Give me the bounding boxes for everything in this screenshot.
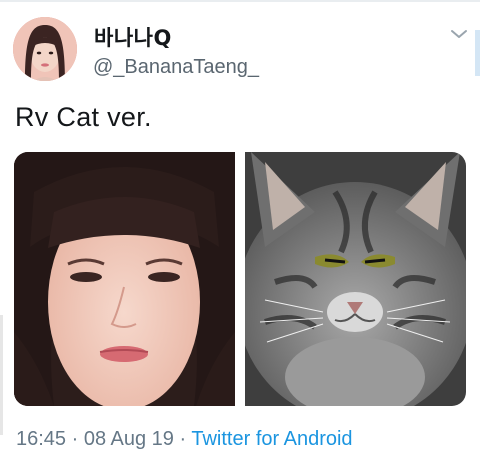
tweet-text: Rv Cat ver. (15, 102, 152, 132)
display-name[interactable]: 바나나Q (94, 22, 172, 52)
tweet-source-link[interactable]: Twitter for Android (191, 428, 352, 450)
separator: · (173, 428, 192, 450)
chevron-down-icon[interactable] (448, 26, 470, 42)
separator: · (66, 428, 84, 450)
tweet-media[interactable] (14, 152, 466, 406)
tweet-meta: 16:45 · 08 Aug 19 · Twitter for Android (16, 428, 353, 451)
side-accent (475, 30, 480, 76)
avatar-image (13, 17, 77, 81)
tweet-time[interactable]: 16:45 (16, 428, 66, 450)
left-edge (0, 315, 3, 435)
woman-photo[interactable] (14, 152, 235, 406)
top-divider (0, 0, 480, 2)
user-handle[interactable]: @_BananaTaeng_ (93, 56, 259, 79)
cat-photo[interactable] (245, 152, 466, 406)
avatar[interactable] (13, 17, 77, 81)
tweet-date[interactable]: 08 Aug 19 (84, 428, 174, 450)
